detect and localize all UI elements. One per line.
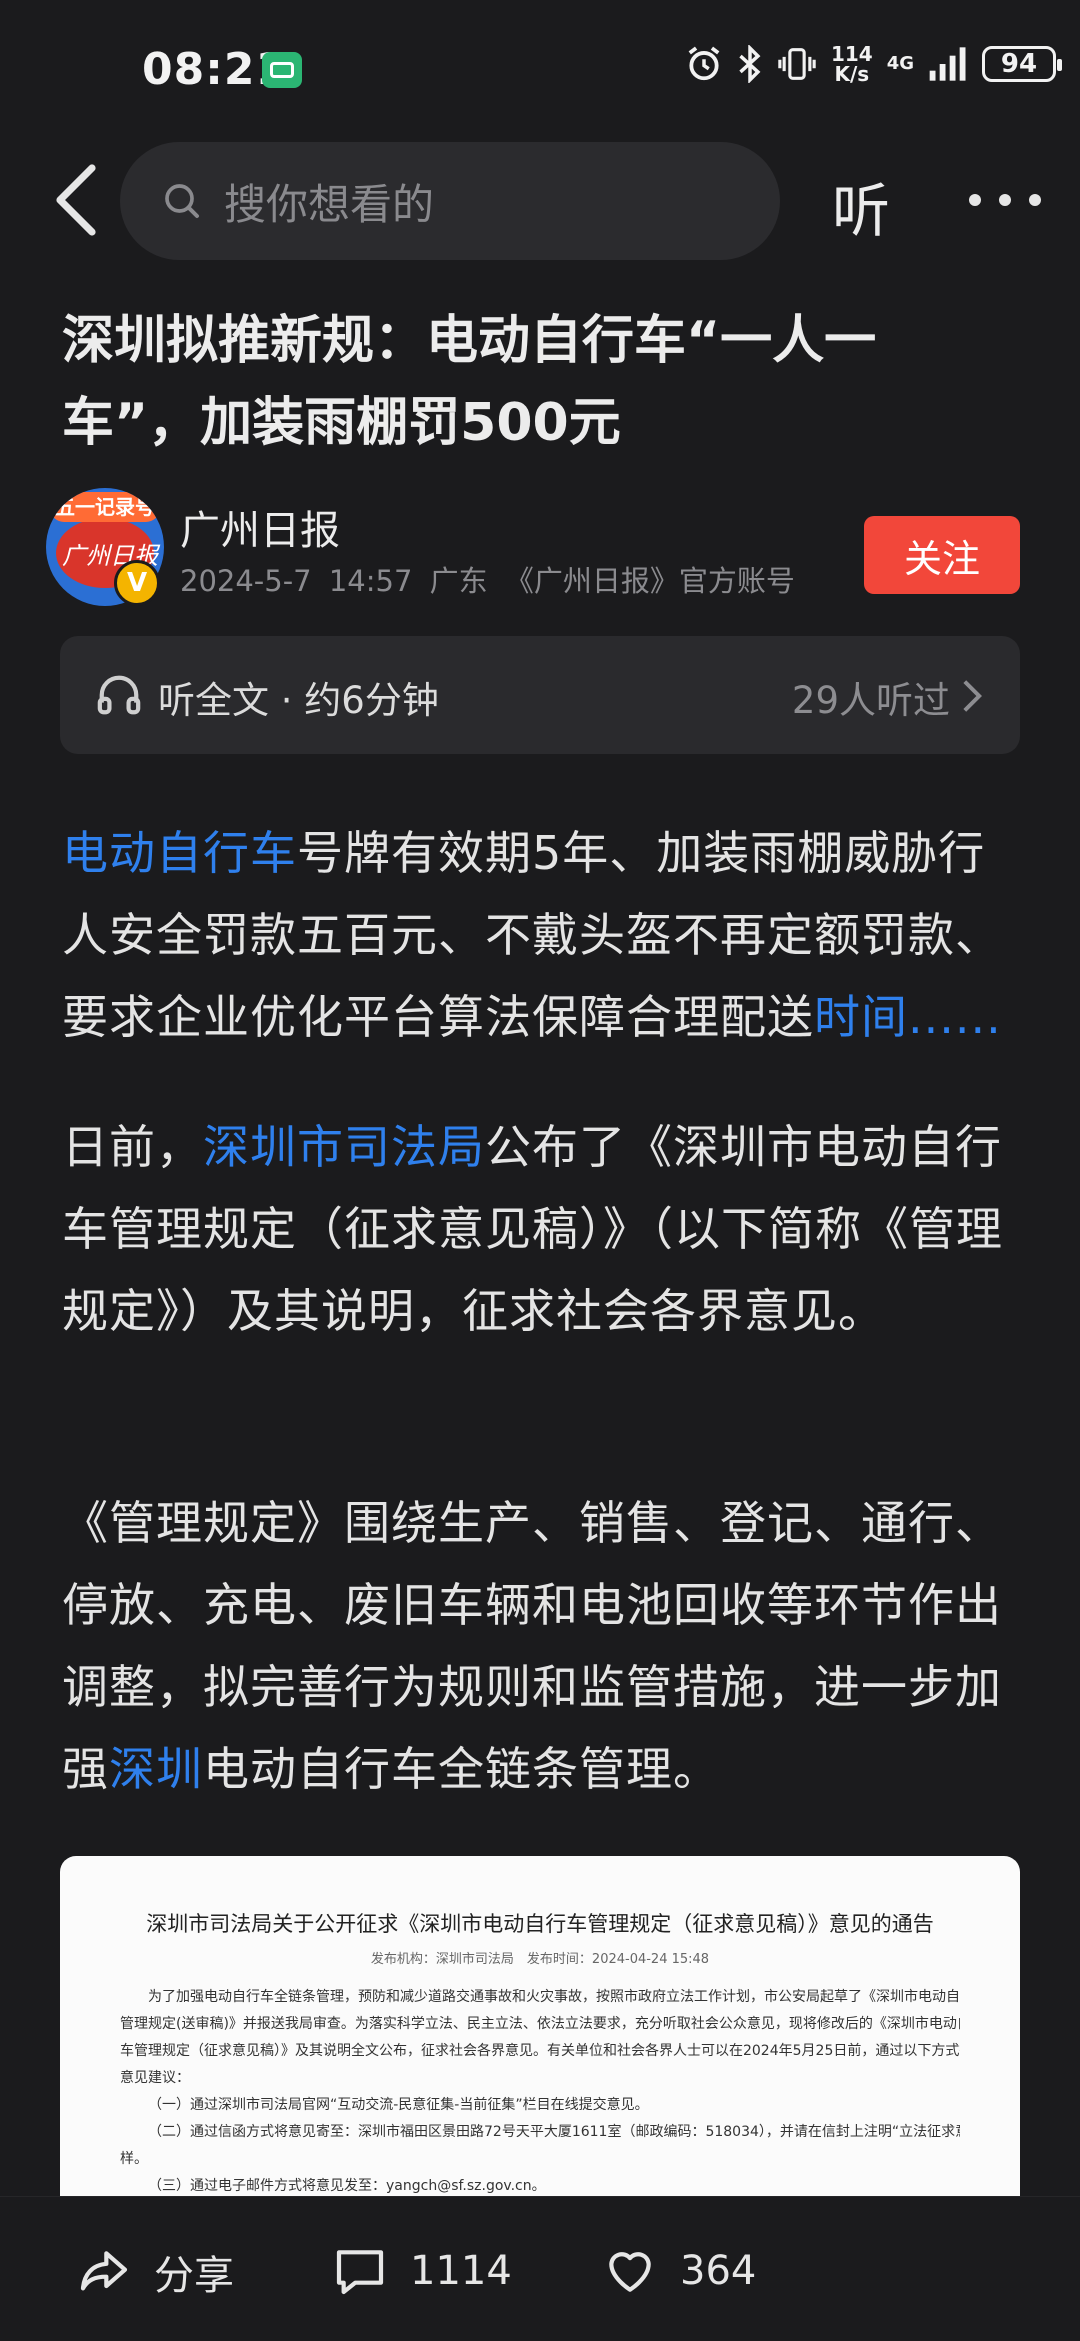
doc-line: 管理规定(送审稿)》并报送我局审查。为落实科学立法、民主立法、依法立法要求，充分… — [120, 2016, 960, 2032]
publish-date: 2024-5-7 — [180, 564, 312, 598]
doc-line: 为了加强电动自行车全链条管理，预防和减少道路交通事故和火灾事故，按照市政府立法工… — [148, 1989, 960, 2005]
publish-location: 广东 — [429, 564, 488, 598]
paragraph-1: 电动自行车号牌有效期5年、加装雨棚威胁行人安全罚款五百元、不戴头盔不再定额罚款、… — [62, 812, 1028, 1058]
chevron-right-icon — [963, 680, 983, 712]
battery-icon: 94 — [982, 46, 1062, 82]
paragraph-3-text-2: 电动自行车全链条管理。 — [203, 1742, 720, 1796]
comment-icon — [336, 2250, 384, 2295]
doc-line: （二）通过信函方式将意见寄至：深圳市福田区景田路72号天平大厦1611室（邮政编… — [148, 2124, 960, 2140]
headphone-icon — [97, 675, 141, 715]
listen-count: 29人听过 — [791, 679, 950, 722]
doc-line: （一）通过深圳市司法局官网“互动交流-民意征集-当前征集”栏目在线提交意见。 — [148, 2097, 649, 2113]
author-name[interactable]: 广州日报 — [180, 498, 340, 556]
article-headline: 深圳拟推新规：电动自行车“一人一 车”，加装雨棚罚500元 — [62, 300, 1022, 464]
like-button[interactable]: 364 — [602, 2243, 756, 2299]
status-icons: 114 K/s 4G 94 — [685, 44, 1062, 84]
share-icon — [80, 2251, 128, 2291]
heart-icon — [609, 2252, 651, 2292]
doc-line: 意见建议： — [120, 2070, 190, 2086]
author-meta: 2024-5-7 14:57 广东 《广州日报》官方账号 — [180, 558, 795, 600]
bottom-action-bar: 分享 1114 364 — [0, 2196, 1080, 2341]
share-button[interactable]: 分享 — [76, 2243, 234, 2301]
vibrate-icon — [778, 48, 816, 80]
paragraph-3: 《管理规定》围绕生产、销售、登记、通行、停放、充电、废旧车辆和电池回收等环节作出… — [62, 1482, 1028, 1810]
share-label: 分享 — [154, 2253, 234, 2299]
headline-line-1: 深圳拟推新规：电动自行车“一人一 — [62, 311, 877, 371]
listen-button[interactable]: 听 — [832, 164, 890, 248]
doc-line: 样。 — [120, 2151, 148, 2167]
account-type: 《广州日报》官方账号 — [504, 564, 795, 598]
headline-line-2: 车”，加装雨棚罚500元 — [62, 393, 621, 453]
network-type: 4G — [886, 53, 914, 74]
network-speed: 114 K/s — [831, 44, 873, 84]
follow-button[interactable]: 关注 — [864, 516, 1020, 594]
link-shenzhen[interactable]: 深圳 — [109, 1742, 203, 1796]
speed-unit: K/s — [834, 62, 870, 86]
doc-body: 为了加强电动自行车全链条管理，预防和减少道路交通事故和火灾事故，按照市政府立法工… — [120, 1984, 960, 2196]
signal-icon — [929, 47, 966, 81]
doc-line: （三）通过电子邮件方式将意见发至：yangch@sf.sz.gov.cn。 — [148, 2178, 546, 2194]
speed-value: 114 — [830, 42, 873, 66]
search-placeholder: 搜你想看的 — [224, 179, 435, 229]
publish-time: 14:57 — [328, 564, 413, 598]
verified-badge-icon: V — [114, 560, 160, 606]
article-image[interactable]: 深圳市司法局关于公开征求《深圳市电动自行车管理规定（征求意见稿）》意见的通告 发… — [60, 1856, 1020, 2196]
like-count: 364 — [680, 2248, 757, 2294]
bluetooth-icon — [739, 45, 761, 83]
comment-count: 1114 — [410, 2248, 512, 2294]
doc-meta: 发布机构：深圳市司法局 发布时间：2024-04-24 15:48 — [370, 1952, 710, 1967]
paragraph-2-pre: 日前， — [62, 1120, 203, 1174]
app-notification-icon — [262, 52, 302, 88]
avatar-ribbon: 五一记录号 — [50, 492, 160, 522]
search-input[interactable]: 搜你想看的 — [120, 142, 780, 260]
search-icon — [165, 184, 199, 218]
alarm-icon — [688, 46, 720, 81]
listen-label: 听全文 · 约6分钟 — [158, 679, 439, 722]
paragraph-2: 日前，深圳市司法局公布了《深圳市电动自行车管理规定（征求意见稿）》（以下简称《管… — [62, 1106, 1028, 1352]
more-icon[interactable] — [960, 170, 1050, 230]
doc-line: 车管理规定（征求意见稿）》及其说明全文公布，征求社会各界意见。有关单位和社会各界… — [120, 2043, 960, 2059]
link-justice-bureau[interactable]: 深圳市司法局 — [203, 1120, 485, 1174]
comment-button[interactable]: 1114 — [332, 2243, 512, 2299]
listen-full-article-bar[interactable]: 听全文 · 约6分钟 29人听过 — [60, 636, 1020, 754]
link-electric-bike[interactable]: 电动自行车 — [62, 826, 297, 880]
doc-title: 深圳市司法局关于公开征求《深圳市电动自行车管理规定（征求意见稿）》意见的通告 — [146, 1912, 934, 1936]
back-button[interactable] — [48, 160, 108, 240]
link-time[interactable]: 时间...... — [814, 990, 1002, 1044]
